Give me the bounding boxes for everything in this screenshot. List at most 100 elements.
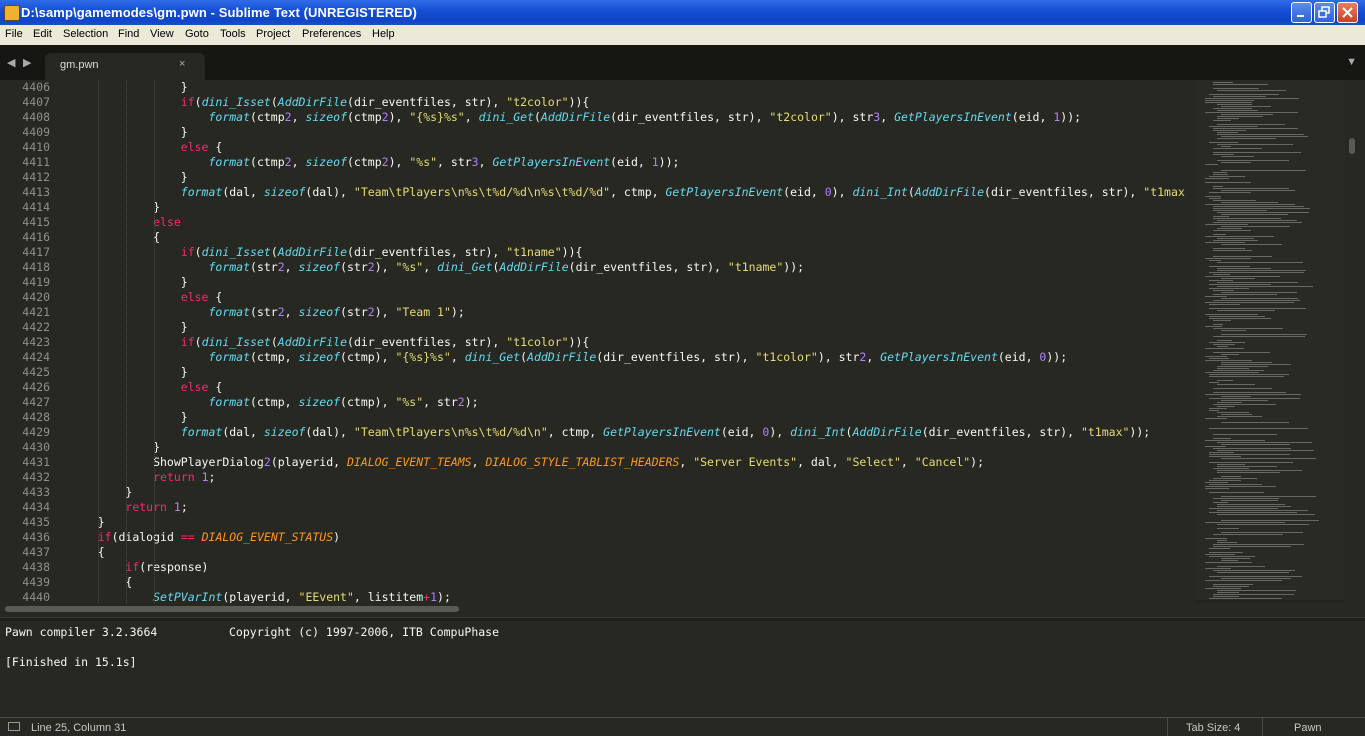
code-line[interactable]: if(dini_Isset(AddDirFile(dir_eventfiles,… [70,245,583,260]
minimap-line [1221,202,1278,203]
minimap-line [1205,102,1252,103]
code-editor[interactable]: 4406 4407 4408 4409 4410 4411 4412 4413 4414 4415… [0,80,1195,603]
menu-selection[interactable]: Selection [63,28,108,40]
restore-button[interactable] [1314,2,1335,23]
tab-list-menu-icon[interactable]: ▼ [1346,56,1357,68]
minimap-line [1205,314,1258,315]
code-line[interactable]: else { [70,140,223,155]
code-line[interactable]: } [70,170,188,185]
code-line[interactable]: } [70,485,132,500]
minimap-line [1209,552,1243,553]
code-line[interactable]: { [70,230,160,245]
code-line[interactable]: } [70,125,188,140]
menu-bar: File Edit Selection Find View Goto Tools… [0,25,1365,46]
line-number: 4416 [22,230,50,244]
tab-bar: ◀ ▶ gm.pwn × ▼ [0,45,1365,80]
menu-tools[interactable]: Tools [220,28,246,40]
code-line[interactable]: } [70,80,188,95]
minimap-line [1213,206,1304,207]
minimap-line [1213,434,1277,435]
syntax-selector[interactable]: Pawn [1294,722,1322,734]
minimap-line [1205,554,1235,555]
minimap-line [1213,294,1277,295]
menu-edit[interactable]: Edit [33,28,52,40]
code-line[interactable]: return 1; [70,470,215,485]
minimap-line [1221,500,1278,501]
code-line[interactable]: if(dini_Isset(AddDirFile(dir_eventfiles,… [70,335,590,350]
code-line[interactable]: { [70,575,132,590]
tab-size-selector[interactable]: Tab Size: 4 [1186,722,1240,734]
minimap-line [1213,388,1272,389]
menu-view[interactable]: View [150,28,174,40]
minimap-line [1213,352,1270,353]
code-line[interactable]: format(ctmp, sizeof(ctmp), "{%s}%s", din… [70,350,1067,365]
finished-text: [Finished in 15.1s] [5,655,137,669]
vertical-scrollbar[interactable] [1345,80,1360,603]
tab-gm-pwn[interactable]: gm.pwn × [45,53,205,80]
code-line[interactable]: } [70,200,160,215]
code-line[interactable]: format(ctmp, sizeof(ctmp), "%s", str2); [70,395,478,410]
code-line[interactable]: return 1; [70,500,187,515]
minimap-line [1221,114,1273,115]
code-line[interactable]: else { [70,290,223,305]
line-number: 4436 [22,530,50,544]
code-line[interactable]: SetPVarInt(playerid, "EEvent", listitem+… [70,590,451,603]
horizontal-scroll-thumb[interactable] [5,606,459,612]
minimap-line [1209,512,1297,513]
code-line[interactable]: if(dialogid == DIALOG_EVENT_STATUS) [70,530,340,545]
code-line[interactable]: } [70,410,188,425]
line-number: 4412 [22,170,50,184]
line-number: 4429 [22,425,50,439]
tab-back-icon[interactable]: ◀ [7,56,15,69]
minimap-line [1205,562,1252,563]
code-line[interactable]: if(dini_Isset(AddDirFile(dir_eventfiles,… [70,95,590,110]
code-line[interactable]: else { [70,380,223,395]
line-number: 4431 [22,455,50,469]
code-line[interactable]: format(ctmp2, sizeof(ctmp2), "{%s}%s", d… [70,110,1081,125]
minimap-line [1213,300,1300,301]
code-line[interactable]: if(response) [70,560,208,575]
code-line[interactable]: format(dal, sizeof(dal), "Team\tPlayers\… [70,425,1150,440]
line-number: 4417 [22,245,50,259]
minimap-line [1213,152,1301,153]
horizontal-scrollbar[interactable] [0,603,1195,617]
code-line[interactable]: } [70,275,188,290]
code-line[interactable]: } [70,365,188,380]
tab-close-icon[interactable]: × [179,58,185,70]
menu-find[interactable]: Find [118,28,139,40]
status-separator [1262,718,1263,736]
minimap-line [1213,324,1223,325]
minimap-line [1205,538,1227,539]
minimize-button[interactable] [1291,2,1312,23]
code-line[interactable]: { [70,545,105,560]
minimap-line [1217,124,1285,125]
tab-forward-icon[interactable]: ▶ [23,56,31,69]
menu-goto[interactable]: Goto [185,28,209,40]
code-line[interactable]: ShowPlayerDialog2(playerid, DIALOG_EVENT… [70,455,984,470]
minimap-line [1221,476,1241,477]
vertical-scroll-thumb[interactable] [1349,138,1355,154]
code-line[interactable]: format(dal, sizeof(dal), "Team\tPlayers\… [70,185,1185,200]
minimap-line [1217,566,1265,567]
indent-guide [98,80,99,603]
minimap-line [1221,414,1252,415]
minimap-line [1205,360,1252,361]
code-line[interactable]: format(str2, sizeof(str2), "Team 1"); [70,305,464,320]
menu-help[interactable]: Help [372,28,395,40]
panel-toggle-icon[interactable] [8,722,20,731]
minimap-line [1209,304,1240,305]
menu-file[interactable]: File [5,28,23,40]
menu-project[interactable]: Project [256,28,290,40]
minimap-line [1205,100,1254,101]
code-line[interactable]: format(ctmp2, sizeof(ctmp2), "%s", str3,… [70,155,679,170]
minimap-line [1217,104,1252,105]
minimap-line [1213,478,1257,479]
minimap[interactable] [1195,80,1345,603]
minimap-line [1213,256,1272,257]
close-button[interactable] [1337,2,1358,23]
menu-preferences[interactable]: Preferences [302,28,361,40]
code-line[interactable]: } [70,320,188,335]
code-line[interactable]: } [70,440,160,455]
code-line[interactable]: format(str2, sizeof(str2), "%s", dini_Ge… [70,260,804,275]
code-line[interactable]: } [70,515,105,530]
